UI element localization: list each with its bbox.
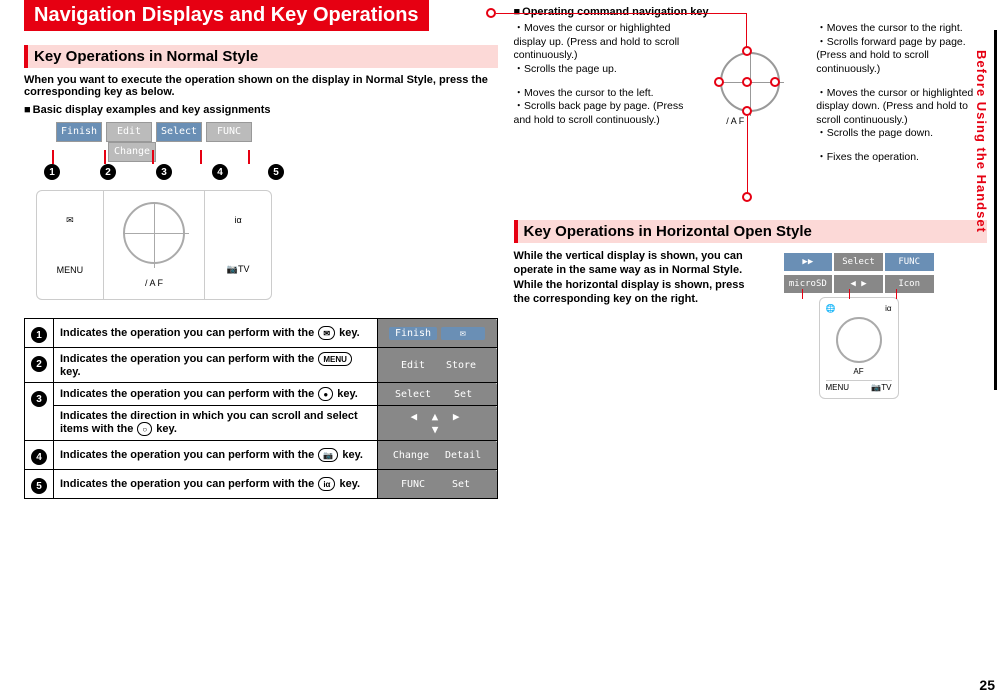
- table-row: Indicates the direction in which you can…: [25, 406, 498, 441]
- nav-af-label: / A F: [726, 116, 744, 126]
- hchip-play: ▶▶: [784, 253, 833, 271]
- screen-chip-finish: Finish: [56, 122, 102, 142]
- key-ia-label: iα: [235, 215, 242, 225]
- nav-up-text: Moves the cursor or highlighted display …: [514, 22, 685, 77]
- chip-mail-icon: ✉: [441, 327, 485, 340]
- key-operations-table: 1 Indicates the operation you can perfor…: [24, 318, 498, 499]
- side-tab-label: Before Using the Handset: [974, 50, 989, 233]
- menu-key-icon: MENU: [318, 352, 352, 366]
- chip-set2: Set: [439, 478, 483, 491]
- chip-detail: Detail: [439, 449, 487, 462]
- screen-chip-edit: Edit: [106, 122, 152, 142]
- screen-chip-select: Select: [156, 122, 202, 142]
- row-num-3: 3: [31, 391, 47, 407]
- table-row: 3 Indicates the operation you can perfor…: [25, 383, 498, 406]
- keypad-illustration: ✉ MENU / A F iα 📷TV: [36, 190, 272, 300]
- hkey-cam-icon: 📷: [871, 383, 881, 392]
- callout-5: 5: [268, 164, 284, 180]
- chip-set: Set: [441, 388, 485, 401]
- chip-change: Change: [387, 449, 435, 462]
- section1-heading: Key Operations in Normal Style: [24, 45, 498, 68]
- ia-key-icon: iα: [318, 477, 335, 491]
- table-row: 4 Indicates the operation you can perfor…: [25, 441, 498, 470]
- callout-1: 1: [44, 164, 60, 180]
- hkey-af-label: AF: [826, 367, 892, 376]
- row-text-3b: Indicates the direction in which you can…: [60, 410, 358, 435]
- nav-center-text: Fixes the operation.: [816, 151, 987, 165]
- table-row: 2 Indicates the operation you can perfor…: [25, 348, 498, 383]
- hkey-nav-ring: [836, 317, 882, 363]
- row-text-4: Indicates the operation you can perform …: [60, 449, 314, 461]
- row-num-2: 2: [31, 356, 47, 372]
- nav-right-text: Moves the cursor to the right. Scrolls f…: [816, 22, 987, 77]
- hchip-icon: Icon: [885, 275, 934, 293]
- row-text-3a: Indicates the operation you can perform …: [60, 388, 314, 400]
- screen-chip-func: FUNC: [206, 122, 252, 142]
- camera-key-icon: 📷: [318, 448, 338, 462]
- hchip-select: Select: [834, 253, 883, 271]
- nav-ring-key-icon: ○: [137, 422, 152, 436]
- table-row: 1 Indicates the operation you can perfor…: [25, 319, 498, 348]
- row-num-1: 1: [31, 327, 47, 343]
- chip-func: FUNC: [391, 478, 435, 491]
- side-rule: [994, 30, 997, 390]
- chip-finish: Finish: [389, 327, 437, 340]
- mail-key-icon: ✉: [318, 326, 335, 340]
- chip-select: Select: [389, 388, 437, 401]
- horizontal-style-illustration: ▶▶ Select FUNC microSD ◀ ▶ Icon 🌐 iα AF M…: [774, 249, 944, 439]
- section2-heading: Key Operations in Horizontal Open Style: [514, 220, 988, 243]
- key-menu-label: MENU: [57, 265, 84, 275]
- hkey-globe-icon: 🌐: [826, 304, 836, 313]
- row-text-2: Indicates the operation you can perform …: [60, 353, 314, 365]
- screen-chip-change: Change: [108, 142, 156, 162]
- page-number: 25: [979, 677, 995, 693]
- hkey-menu-label: MENU: [826, 383, 850, 392]
- key-mail-icon: ✉: [66, 215, 74, 226]
- hkey-tv-label: TV: [881, 383, 891, 392]
- callout-4: 4: [212, 164, 228, 180]
- callout-2: 2: [100, 164, 116, 180]
- center-key-icon: ●: [318, 387, 333, 401]
- nav-left-text: Moves the cursor to the left. Scrolls ba…: [514, 87, 685, 128]
- row-num-4: 4: [31, 449, 47, 465]
- nav-key-label: Operating command navigation key: [514, 6, 988, 18]
- page-title: Navigation Displays and Key Operations: [24, 0, 429, 31]
- chip-store: Store: [439, 359, 483, 372]
- key-af-label: / A F: [145, 278, 163, 288]
- chip-arrows: ◀ ▲ ▶▼: [384, 410, 491, 436]
- callout-3: 3: [156, 164, 172, 180]
- section1-intro: When you want to execute the operation s…: [24, 74, 498, 98]
- hchip-arrows: ◀ ▶: [834, 275, 883, 293]
- chip-edit: Edit: [391, 359, 435, 372]
- key-camera-icon: 📷: [227, 264, 238, 274]
- row-text-1: Indicates the operation you can perform …: [60, 327, 314, 339]
- key-assignment-illustration: Finish Edit Select FUNC Change 1 2 3 4 5: [24, 120, 284, 310]
- row-text-5: Indicates the operation you can perform …: [60, 478, 314, 490]
- section2-text: While the vertical display is shown, you…: [514, 249, 764, 439]
- hkey-ia-label: iα: [885, 304, 891, 313]
- table-row: 5 Indicates the operation you can perfor…: [25, 470, 498, 499]
- hchip-microsd: microSD: [784, 275, 833, 293]
- nav-down-text: Moves the cursor or highlighted display …: [816, 87, 987, 142]
- nav-key-diagram: Moves the cursor or highlighted display …: [514, 22, 988, 202]
- section1-sublabel: Basic display examples and key assignmen…: [24, 104, 498, 116]
- hchip-func: FUNC: [885, 253, 934, 271]
- row-num-5: 5: [31, 478, 47, 494]
- key-tv-label: TV: [238, 264, 250, 274]
